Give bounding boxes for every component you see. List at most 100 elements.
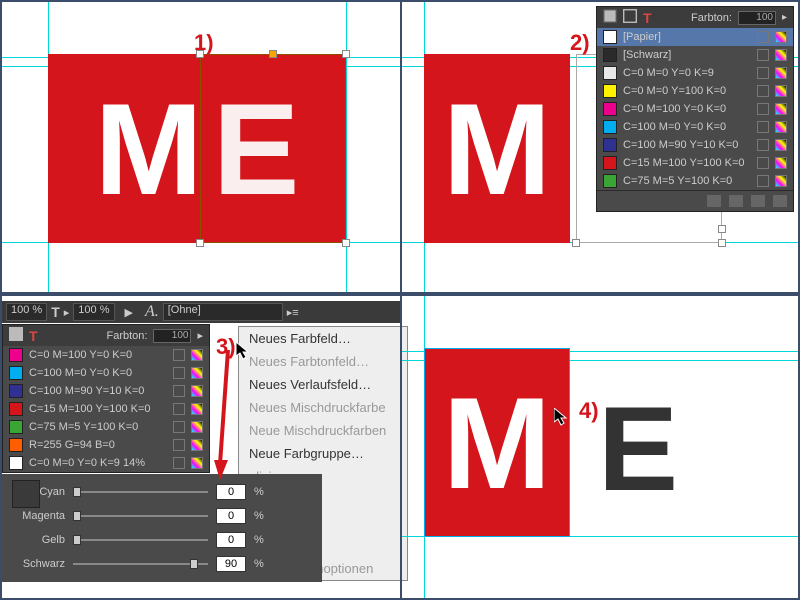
mixer-value[interactable] bbox=[216, 508, 246, 524]
swatch-color bbox=[9, 438, 23, 452]
zoom-select-2[interactable]: 100 % bbox=[73, 303, 114, 321]
swatch-type-icon bbox=[173, 385, 185, 397]
selection-rect[interactable] bbox=[424, 348, 570, 537]
swatch-color bbox=[603, 66, 617, 80]
swatches-panel-3[interactable]: T Farbton: ▸ C=0 M=100 Y=0 K=0C=100 M=0 … bbox=[2, 324, 210, 473]
mixer-row: Magenta% bbox=[10, 504, 314, 528]
stroke-icon[interactable] bbox=[623, 9, 637, 26]
swatch-row[interactable]: [Papier] bbox=[597, 28, 793, 46]
resize-handle[interactable] bbox=[718, 225, 726, 233]
slider-thumb[interactable] bbox=[73, 535, 81, 545]
type-icon[interactable]: T bbox=[643, 10, 652, 26]
swatch-list: [Papier][Schwarz]C=0 M=0 Y=0 K=9C=0 M=0 … bbox=[597, 28, 793, 190]
tint-input[interactable] bbox=[738, 11, 776, 25]
swatches-panel[interactable]: T Farbton: ▸ [Papier][Schwarz]C=0 M=0 Y=… bbox=[596, 6, 794, 212]
resize-handle[interactable] bbox=[718, 239, 726, 247]
swatch-name: R=255 G=94 B=0 bbox=[29, 439, 167, 451]
swatch-row[interactable]: R=255 G=94 B=0 bbox=[3, 436, 209, 454]
menu-item[interactable]: Neues Verlaufsfeld… bbox=[239, 373, 407, 396]
mixer-slider[interactable] bbox=[73, 515, 208, 517]
menu-item[interactable]: Neue Farbgruppe… bbox=[239, 442, 407, 465]
swatch-type-icon bbox=[757, 121, 769, 133]
panel-header: T Farbton: ▸ bbox=[597, 7, 793, 28]
color-mode-icon bbox=[775, 31, 787, 43]
swatch-type-icon bbox=[173, 421, 185, 433]
tint-input[interactable] bbox=[153, 329, 191, 343]
panel-header: T Farbton: ▸ bbox=[3, 325, 209, 346]
resize-handle[interactable] bbox=[269, 50, 277, 58]
swatch-row[interactable]: C=100 M=90 Y=10 K=0 bbox=[597, 136, 793, 154]
mixer-slider[interactable] bbox=[73, 491, 208, 493]
swatch-color bbox=[603, 138, 617, 152]
swatch-type-icon bbox=[173, 403, 185, 415]
color-mode-icon bbox=[775, 67, 787, 79]
folder-icon[interactable] bbox=[729, 195, 743, 207]
trash-icon[interactable] bbox=[773, 195, 787, 207]
menu-item: Neues Farbtonfeld… bbox=[239, 350, 407, 373]
swatch-name: C=100 M=90 Y=10 K=0 bbox=[29, 385, 167, 397]
mixer-slider[interactable] bbox=[73, 539, 208, 541]
swatch-row[interactable]: C=100 M=90 Y=10 K=0 bbox=[3, 382, 209, 400]
char-panel-icon[interactable]: A. bbox=[145, 303, 159, 321]
color-mixer[interactable]: Cyan%Magenta%Gelb%Schwarz% bbox=[2, 474, 322, 582]
swatch-row[interactable]: C=100 M=0 Y=0 K=0 bbox=[597, 118, 793, 136]
zoom-select[interactable]: 100 % bbox=[6, 303, 47, 321]
swatch-type-icon bbox=[757, 139, 769, 151]
letter-e-dark: E bbox=[598, 380, 678, 518]
resize-handle[interactable] bbox=[572, 239, 580, 247]
swatch-type-icon bbox=[173, 457, 185, 469]
color-preview bbox=[12, 480, 40, 508]
swatch-color bbox=[603, 174, 617, 188]
swatch-row[interactable]: C=75 M=5 Y=100 K=0 bbox=[3, 418, 209, 436]
show-list-icon[interactable] bbox=[707, 195, 721, 207]
swatch-color bbox=[9, 456, 23, 470]
step-label-1: 1) bbox=[194, 30, 214, 56]
swatch-row[interactable]: C=0 M=0 Y=0 K=9 14% bbox=[3, 454, 209, 472]
slider-thumb[interactable] bbox=[73, 511, 81, 521]
new-swatch-icon[interactable] bbox=[751, 195, 765, 207]
selection-rect[interactable] bbox=[200, 54, 346, 243]
menu-item[interactable]: Neues Farbfeld… bbox=[239, 327, 407, 350]
color-mode-icon bbox=[191, 403, 203, 415]
resize-handle[interactable] bbox=[196, 239, 204, 247]
type-icon[interactable]: T bbox=[29, 328, 38, 344]
fill-select[interactable]: [Ohne] bbox=[163, 303, 283, 321]
mixer-label: Gelb bbox=[10, 534, 65, 546]
panel-footer bbox=[597, 190, 793, 211]
swatch-row[interactable]: C=15 M=100 Y=100 K=0 bbox=[3, 400, 209, 418]
swatch-row[interactable]: C=0 M=0 Y=100 K=0 bbox=[597, 82, 793, 100]
mixer-value[interactable] bbox=[216, 532, 246, 548]
flyout-icon[interactable]: ▸≡ bbox=[287, 306, 299, 319]
divider: ▸ bbox=[64, 306, 70, 319]
swatch-color bbox=[9, 402, 23, 416]
fill-icon[interactable] bbox=[9, 327, 23, 344]
swatch-type-icon bbox=[173, 439, 185, 451]
swatch-row[interactable]: C=0 M=0 Y=0 K=9 bbox=[597, 64, 793, 82]
color-mode-icon bbox=[191, 457, 203, 469]
swatch-type-icon bbox=[757, 175, 769, 187]
swatch-color bbox=[603, 30, 617, 44]
fill-icon[interactable] bbox=[603, 9, 617, 26]
swatch-row[interactable]: C=0 M=100 Y=0 K=0 bbox=[597, 100, 793, 118]
swatch-name: C=100 M=90 Y=10 K=0 bbox=[623, 139, 751, 151]
resize-handle[interactable] bbox=[342, 239, 350, 247]
letter-m: M bbox=[94, 74, 202, 224]
slider-thumb[interactable] bbox=[190, 559, 198, 569]
mixer-value[interactable] bbox=[216, 484, 246, 500]
mixer-slider[interactable] bbox=[73, 563, 208, 565]
cursor-icon bbox=[554, 408, 574, 428]
swatch-row[interactable]: C=100 M=0 Y=0 K=0 bbox=[3, 364, 209, 382]
color-mode-icon bbox=[191, 367, 203, 379]
swatch-name: C=0 M=0 Y=0 K=9 14% bbox=[29, 457, 167, 469]
swatch-row[interactable]: C=75 M=5 Y=100 K=0 bbox=[597, 172, 793, 190]
swatch-row[interactable]: C=15 M=100 Y=100 K=0 bbox=[597, 154, 793, 172]
slider-thumb[interactable] bbox=[73, 487, 81, 497]
mixer-value[interactable] bbox=[216, 556, 246, 572]
swatch-color bbox=[9, 384, 23, 398]
swatch-color bbox=[603, 84, 617, 98]
swatch-color bbox=[603, 48, 617, 62]
quadrant-2: M 2) T Farbton: ▸ [Papier][Schwarz]C=0 M… bbox=[400, 0, 800, 294]
resize-handle[interactable] bbox=[342, 50, 350, 58]
swatch-row[interactable]: [Schwarz] bbox=[597, 46, 793, 64]
swatch-row[interactable]: C=0 M=100 Y=0 K=0 bbox=[3, 346, 209, 364]
